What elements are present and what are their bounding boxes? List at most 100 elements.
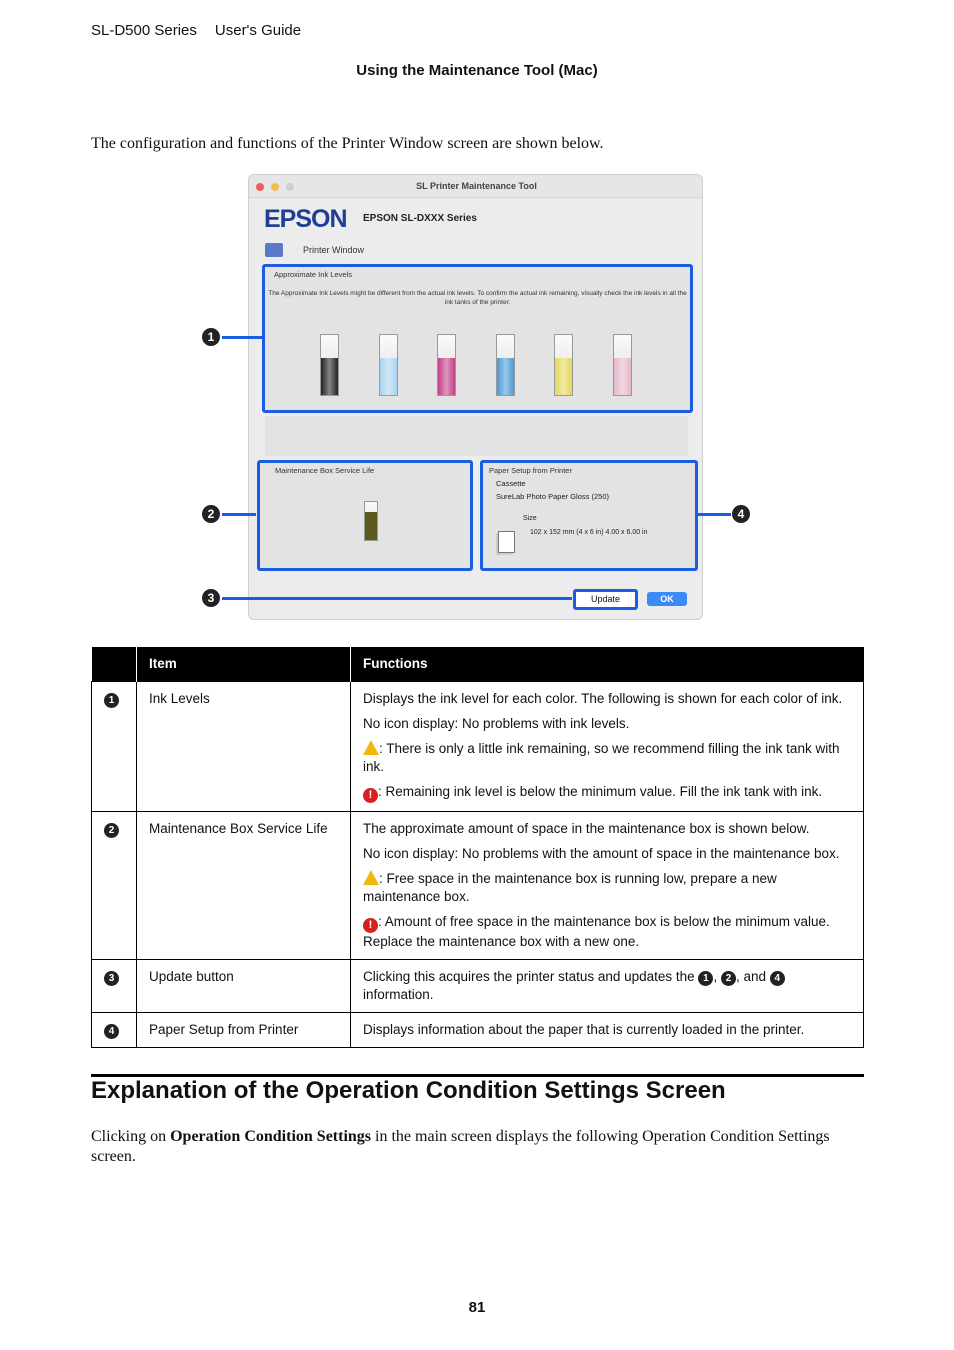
function-line: No icon display: No problems with the am… xyxy=(363,845,840,861)
printer-model: EPSON SL-DXXX Series xyxy=(363,213,477,224)
table-row: 3 Update button Clicking this acquires t… xyxy=(91,958,864,1013)
ink-tank xyxy=(320,334,339,396)
row-functions: Clicking this acquires the printer statu… xyxy=(350,958,864,1013)
warning-icon xyxy=(363,739,379,755)
function-text: information. xyxy=(363,986,434,1002)
row-functions: The approximate amount of space in the m… xyxy=(350,810,864,960)
error-text: : Remaining ink level is below the minim… xyxy=(378,783,823,799)
paper-setup-panel: Paper Setup from Printer Cassette SureLa… xyxy=(480,460,698,571)
ok-button[interactable]: OK xyxy=(647,592,687,606)
error-icon: ! xyxy=(363,787,378,803)
printer-window-label: Printer Window xyxy=(303,245,365,255)
row-number: 3 xyxy=(104,970,119,986)
paper-source: Cassette xyxy=(496,479,526,488)
minimize-icon xyxy=(271,183,279,191)
ink-tank xyxy=(495,334,515,396)
para-bold: Operation Condition Settings xyxy=(170,1128,372,1145)
ink-fill xyxy=(496,357,514,395)
warning-icon xyxy=(363,869,379,885)
epson-logo: EPSON xyxy=(264,205,348,233)
function-line: !: Amount of free space in the maintenan… xyxy=(363,913,851,951)
callout-line-4 xyxy=(697,513,731,516)
ref-2: 2 xyxy=(720,970,736,986)
ink-tank xyxy=(554,334,573,396)
callout-2: 2 xyxy=(202,505,220,523)
section-heading: Explanation of the Operation Condition S… xyxy=(91,1077,726,1104)
callout-1: 1 xyxy=(202,328,220,346)
function-text: , and xyxy=(735,968,767,984)
maintenance-box-panel: Maintenance Box Service Life xyxy=(257,460,473,571)
header-item: Item xyxy=(136,647,351,681)
para-text: Clicking on xyxy=(91,1128,171,1145)
ink-fill xyxy=(321,357,338,395)
ink-fill xyxy=(438,357,455,395)
function-line: !: Remaining ink level is below the mini… xyxy=(363,783,851,803)
zoom-icon xyxy=(286,183,294,191)
row-number: 2 xyxy=(104,822,119,838)
callout-line-1 xyxy=(222,336,262,339)
paper-type: SureLab Photo Paper Gloss (250) xyxy=(496,492,609,501)
row-number: 1 xyxy=(104,692,119,708)
ink-note: The Approximate Ink Levels might be diff… xyxy=(268,290,687,306)
header-num xyxy=(91,647,137,681)
header-functions: Functions xyxy=(350,647,864,681)
guide-name: User's Guide xyxy=(214,22,302,39)
size-label: Size xyxy=(523,515,537,522)
function-text: , xyxy=(713,968,718,984)
row-functions: Displays information about the paper tha… xyxy=(350,1011,864,1048)
error-text: : Amount of free space in the maintenanc… xyxy=(363,913,830,949)
printer-window-screenshot: SL Printer Maintenance Tool EPSON EPSON … xyxy=(248,174,703,620)
functions-table: Item Functions 1 Ink Levels Displays the … xyxy=(91,647,864,1048)
maintenance-box-gauge xyxy=(364,501,378,541)
ink-tank xyxy=(612,334,632,396)
row-item: Paper Setup from Printer xyxy=(136,1011,351,1048)
close-icon xyxy=(256,183,264,191)
table-row: 1 Ink Levels Displays the ink level for … xyxy=(91,680,864,812)
row-functions: Displays the ink level for each color. T… xyxy=(350,680,864,812)
product-name: SL-D500 Series xyxy=(91,22,197,39)
section-title: Using the Maintenance Tool (Mac) xyxy=(356,62,598,79)
table-header: Item Functions xyxy=(91,647,864,681)
callout-line-2 xyxy=(222,513,256,516)
function-line: : There is only a little ink remaining, … xyxy=(363,739,851,776)
ref-4: 4 xyxy=(769,970,785,986)
row-item: Update button xyxy=(136,958,351,1013)
paper-icon xyxy=(498,531,515,553)
ref-1: 1 xyxy=(698,970,714,986)
ink-fill xyxy=(613,357,631,395)
table-row: 2 Maintenance Box Service Life The appro… xyxy=(91,810,864,960)
callout-4: 4 xyxy=(732,505,750,523)
maintenance-panel-title: Maintenance Box Service Life xyxy=(275,466,375,475)
row-number: 4 xyxy=(104,1023,119,1039)
warning-text: : Free space in the maintenance box is r… xyxy=(363,870,777,904)
ink-fill xyxy=(379,357,397,395)
warning-text: : There is only a little ink remaining, … xyxy=(363,740,840,774)
maintenance-box-fill xyxy=(365,511,377,540)
page-number: 81 xyxy=(468,1299,486,1316)
callout-line-3 xyxy=(222,597,572,600)
ink-levels-panel: Approximate Ink Levels The Approximate I… xyxy=(262,264,693,413)
function-line: No icon display: No problems with ink le… xyxy=(363,715,630,731)
intro-text: The configuration and functions of the P… xyxy=(91,135,604,152)
ink-fill xyxy=(555,357,572,395)
status-strip xyxy=(265,416,688,456)
callout-3: 3 xyxy=(202,589,220,607)
row-item: Maintenance Box Service Life xyxy=(136,810,351,960)
function-line: Displays the ink level for each color. T… xyxy=(363,690,843,706)
body-paragraph: Clicking on Operation Condition Settings… xyxy=(91,1127,851,1167)
ink-tank xyxy=(437,334,456,396)
running-header: SL-D500 Series User's Guide xyxy=(91,22,301,39)
printer-window-icon xyxy=(265,243,283,257)
function-text: Clicking this acquires the printer statu… xyxy=(363,968,695,984)
function-line: The approximate amount of space in the m… xyxy=(363,820,810,836)
error-icon: ! xyxy=(363,917,378,933)
size-value: 102 x 152 mm (4 x 6 in) 4.00 x 6.00 in xyxy=(530,529,648,536)
update-button[interactable]: Update xyxy=(573,589,638,610)
paper-panel-title: Paper Setup from Printer xyxy=(489,466,572,475)
ink-tank xyxy=(378,334,398,396)
row-item: Ink Levels xyxy=(136,680,351,812)
ink-panel-title: Approximate Ink Levels xyxy=(274,270,352,279)
table-row: 4 Paper Setup from Printer Displays info… xyxy=(91,1011,864,1048)
window-title: SL Printer Maintenance Tool xyxy=(249,175,702,198)
function-line: : Free space in the maintenance box is r… xyxy=(363,869,851,906)
